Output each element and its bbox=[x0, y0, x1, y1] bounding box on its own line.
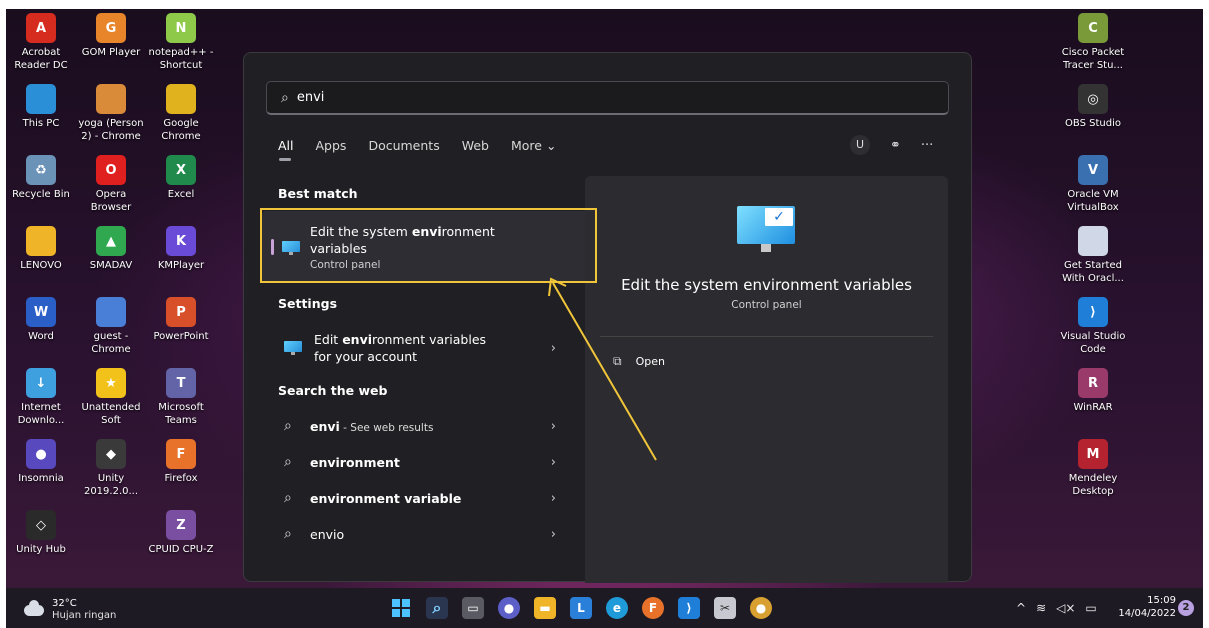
clock-date: 14/04/2022 bbox=[1118, 608, 1176, 619]
volume-icon[interactable]: ◁× bbox=[1056, 601, 1075, 615]
edge-icon[interactable]: e bbox=[606, 597, 628, 619]
file-explorer-icon[interactable]: ▬ bbox=[534, 597, 556, 619]
chrome-taskbar-icon[interactable]: ● bbox=[750, 597, 772, 619]
vscode-taskbar-icon[interactable]: ⟩ bbox=[678, 597, 700, 619]
firefox-taskbar-icon[interactable]: F bbox=[642, 597, 664, 619]
weather-widget[interactable]: 32°C Hujan ringan bbox=[24, 598, 116, 622]
task-view-icon[interactable]: ▭ bbox=[462, 597, 484, 619]
chat-icon[interactable]: ● bbox=[498, 597, 520, 619]
notification-badge[interactable]: 2 bbox=[1178, 600, 1194, 616]
taskbar: 32°C Hujan ringan ⌕ ▭ ● ▬ L e F ⟩ ✂ ● ^ … bbox=[6, 588, 1203, 628]
store-icon[interactable]: L bbox=[570, 597, 592, 619]
start-icon[interactable] bbox=[390, 597, 412, 619]
clock-time: 15:09 bbox=[1147, 595, 1176, 606]
annotation-arrow bbox=[548, 277, 657, 461]
snipping-tool-icon[interactable]: ✂ bbox=[714, 597, 736, 619]
wifi-icon[interactable]: ≋ bbox=[1036, 601, 1046, 615]
temperature: 32°C bbox=[52, 598, 77, 609]
cloud-icon bbox=[24, 599, 44, 616]
clock[interactable]: 15:09 14/04/2022 bbox=[1112, 594, 1176, 620]
battery-icon[interactable]: ▭ bbox=[1085, 601, 1096, 615]
weather-description: Hujan ringan bbox=[52, 610, 117, 621]
system-tray: ^ ≋ ◁× ▭ bbox=[1016, 601, 1097, 615]
search-taskbar-icon[interactable]: ⌕ bbox=[426, 597, 448, 619]
taskbar-apps: ⌕ ▭ ● ▬ L e F ⟩ ✂ ● bbox=[390, 597, 772, 619]
chevron-up-icon[interactable]: ^ bbox=[1016, 601, 1026, 615]
